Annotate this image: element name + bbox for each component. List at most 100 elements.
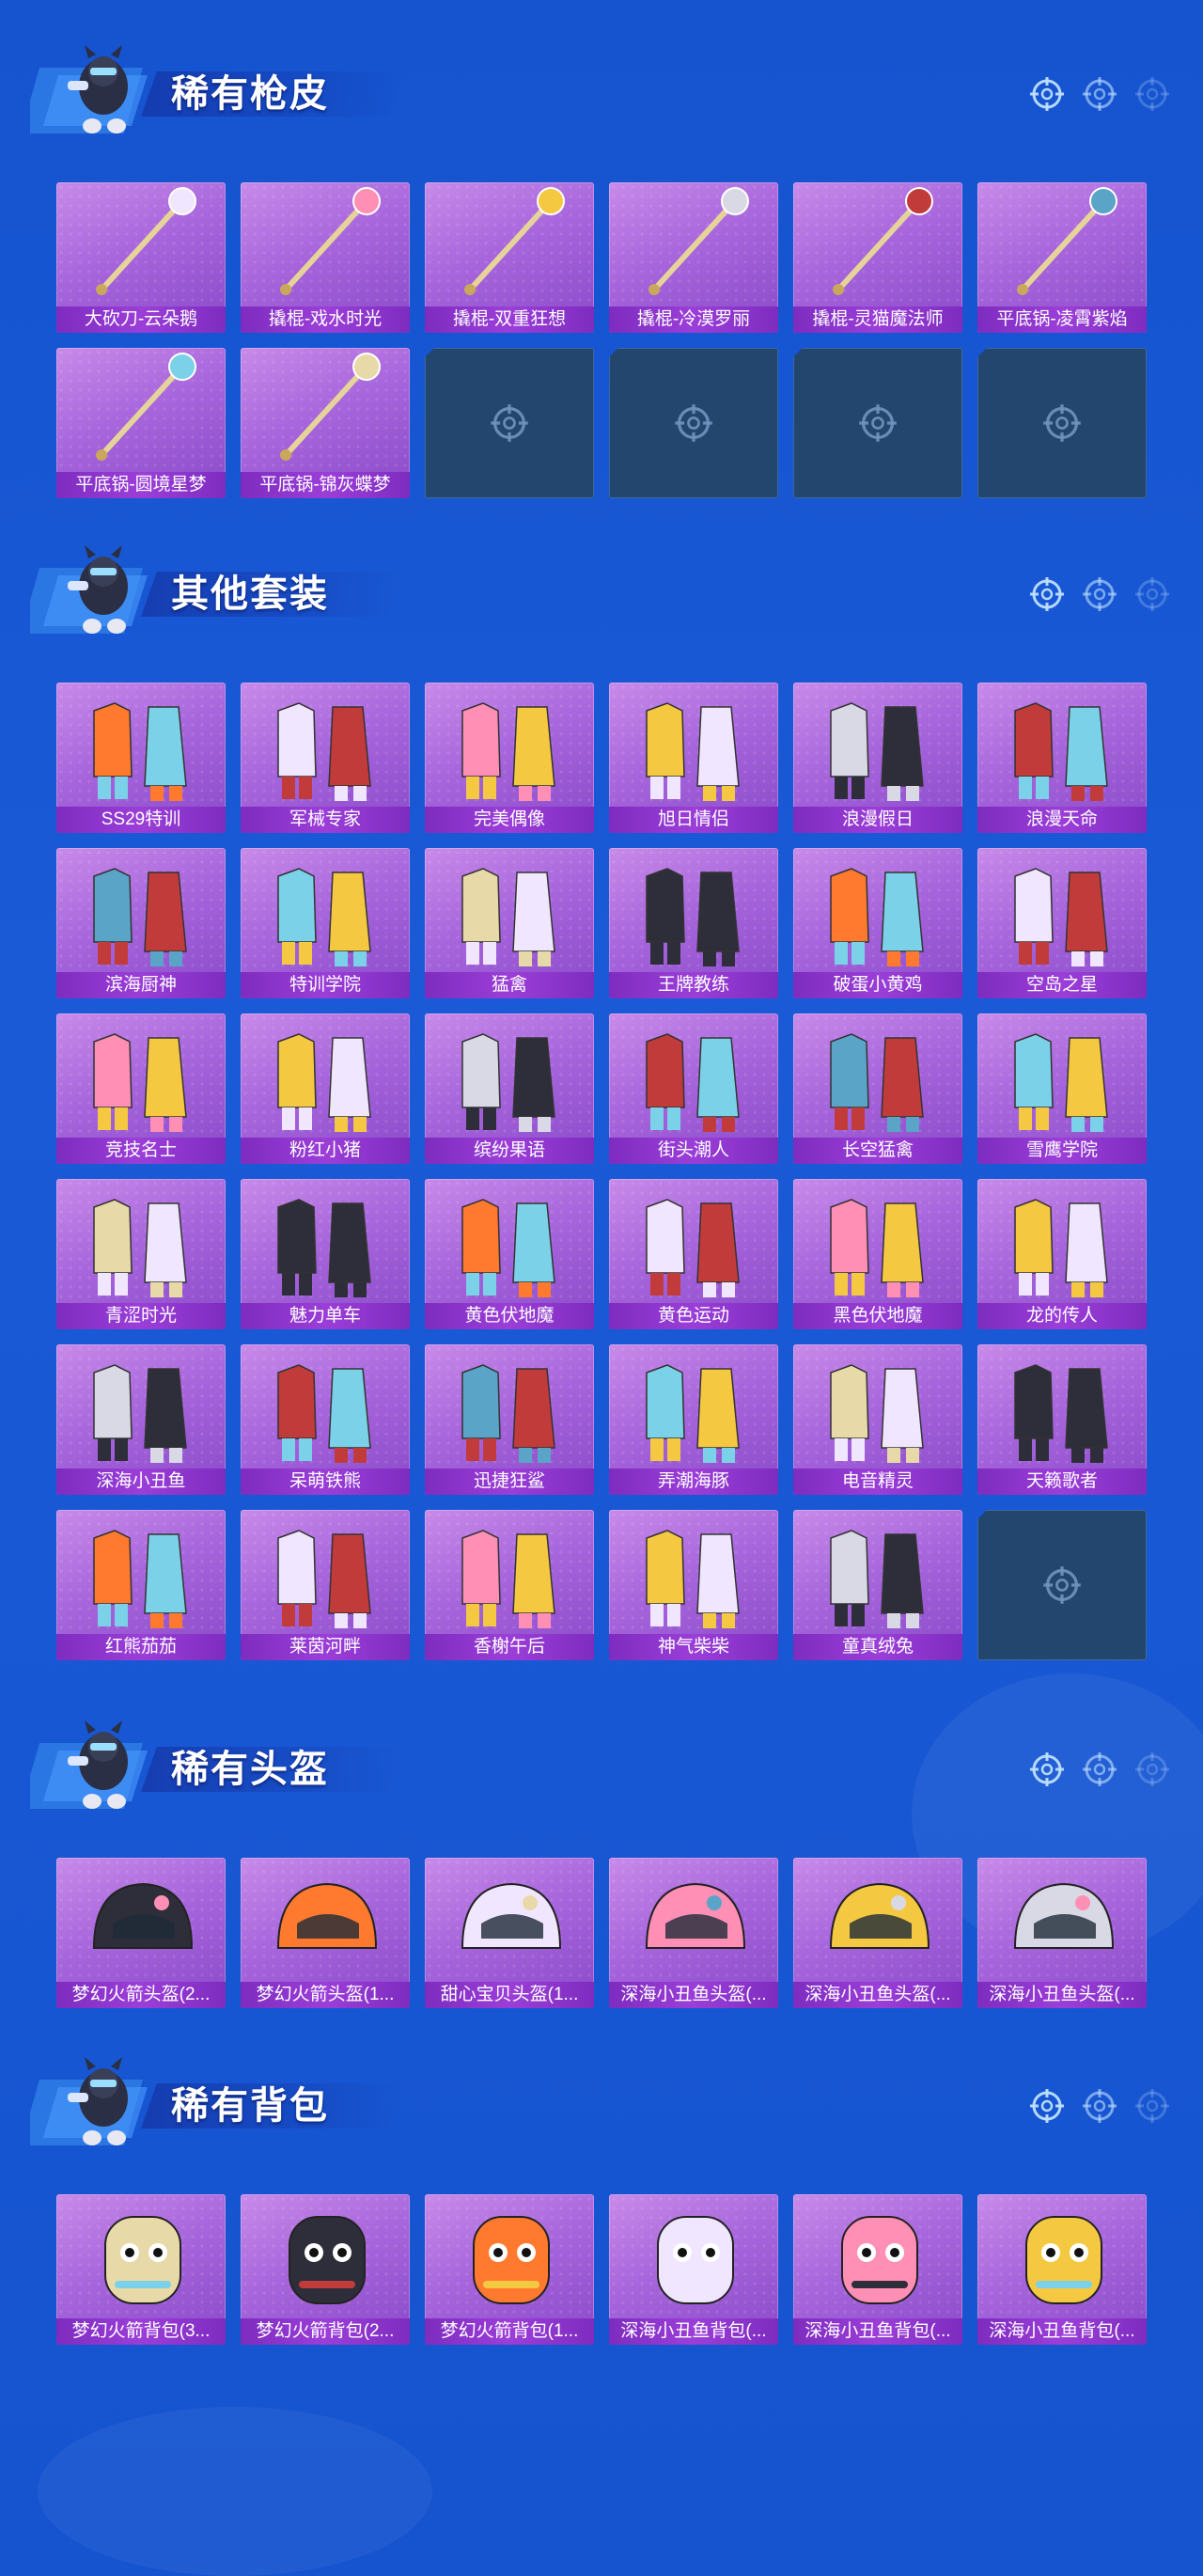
item-image <box>56 2194 226 2320</box>
item-tile[interactable]: SS29特训 <box>56 683 226 833</box>
item-tile[interactable]: 长空猛禽 <box>793 1013 962 1164</box>
item-tile[interactable]: 军械专家 <box>241 683 410 833</box>
item-image <box>609 2194 778 2320</box>
item-image <box>793 1344 962 1470</box>
item-label: 撬棍-戏水时光 <box>241 306 410 333</box>
item-label: 平底锅-凌霄紫焰 <box>977 306 1147 333</box>
item-tile[interactable]: 梦幻火箭背包(2... <box>241 2194 410 2345</box>
item-image <box>609 848 778 974</box>
item-tile[interactable]: 深海小丑鱼 <box>56 1344 226 1495</box>
item-tile[interactable]: 雪鹰学院 <box>977 1013 1147 1164</box>
item-tile[interactable]: 大砍刀-云朵鹅 <box>56 182 226 333</box>
item-tile[interactable]: 深海小丑鱼头盔(... <box>609 1858 778 2008</box>
item-tile[interactable]: 平底锅-凌霄紫焰 <box>977 182 1147 333</box>
item-tile[interactable]: 缤纷果语 <box>425 1013 594 1164</box>
item-tile[interactable]: 深海小丑鱼头盔(... <box>977 1858 1147 2008</box>
item-label: 空岛之星 <box>977 972 1147 998</box>
item-tile[interactable]: 电音精灵 <box>793 1344 962 1495</box>
item-image <box>793 683 962 809</box>
item-tile[interactable]: 空岛之星 <box>977 848 1147 998</box>
item-tile[interactable]: 平底锅-圆境星梦 <box>56 348 226 498</box>
item-tile[interactable]: 猛禽 <box>425 848 594 998</box>
item-tile[interactable]: 甜心宝贝头盔(1... <box>425 1858 594 2008</box>
item-tile[interactable]: 龙的传人 <box>977 1179 1147 1329</box>
crosshair-decoration <box>1028 575 1171 613</box>
item-label: 童真绒兔 <box>793 1634 962 1660</box>
item-label: 深海小丑鱼 <box>56 1469 226 1495</box>
item-tile[interactable]: 粉红小猪 <box>241 1013 410 1164</box>
item-tile[interactable]: 天籁歌者 <box>977 1344 1147 1495</box>
item-tile[interactable]: 弄潮海豚 <box>609 1344 778 1495</box>
item-tile[interactable]: 香榭午后 <box>425 1510 594 1660</box>
item-tile[interactable]: 深海小丑鱼背包(... <box>793 2194 962 2345</box>
item-image <box>241 1013 410 1139</box>
section-header: 稀有头盔 <box>0 1709 1203 1822</box>
item-tile[interactable]: 浪漫天命 <box>977 683 1147 833</box>
item-image <box>793 848 962 974</box>
item-tile[interactable]: 完美偶像 <box>425 683 594 833</box>
item-tile[interactable]: 神气柴柴 <box>609 1510 778 1660</box>
item-image <box>609 1179 778 1305</box>
item-tile[interactable]: 平底锅-锦灰蝶梦 <box>241 348 410 498</box>
item-tile[interactable]: 童真绒兔 <box>793 1510 962 1660</box>
item-label: 甜心宝贝头盔(1... <box>425 1982 594 2008</box>
item-label: 黑色伏地魔 <box>793 1303 962 1329</box>
item-tile[interactable]: 魅力单车 <box>241 1179 410 1329</box>
item-label: 神气柴柴 <box>609 1634 778 1660</box>
item-image <box>793 1179 962 1305</box>
item-tile[interactable]: 深海小丑鱼头盔(... <box>793 1858 962 2008</box>
item-tile[interactable]: 撬棍-冷漠罗丽 <box>609 182 778 333</box>
item-tile[interactable]: 竞技名士 <box>56 1013 226 1164</box>
item-tile[interactable]: 呆萌铁熊 <box>241 1344 410 1495</box>
item-tile[interactable]: 莱茵河畔 <box>241 1510 410 1660</box>
item-tile[interactable]: 梦幻火箭背包(1... <box>425 2194 594 2345</box>
item-tile[interactable]: 破蛋小黄鸡 <box>793 848 962 998</box>
crosshair-icon <box>1028 575 1066 613</box>
crosshair-decoration <box>1028 2087 1171 2125</box>
item-tile[interactable]: 撬棍-双重狂想 <box>425 182 594 333</box>
item-tile[interactable]: 王牌教练 <box>609 848 778 998</box>
item-tile[interactable]: 撬棍-戏水时光 <box>241 182 410 333</box>
item-label: 长空猛禽 <box>793 1138 962 1164</box>
item-image <box>56 1013 226 1139</box>
item-label: 深海小丑鱼头盔(... <box>977 1982 1147 2008</box>
item-tile[interactable]: 梦幻火箭头盔(2... <box>56 1858 226 2008</box>
item-label: 龙的传人 <box>977 1303 1147 1329</box>
item-tile[interactable]: 街头潮人 <box>609 1013 778 1164</box>
item-label: 香榭午后 <box>425 1634 594 1660</box>
item-tile[interactable]: 旭日情侣 <box>609 683 778 833</box>
item-tile[interactable]: 撬棍-灵猫魔法师 <box>793 182 962 333</box>
item-tile[interactable]: 浪漫假日 <box>793 683 962 833</box>
background-parachute-decoration <box>38 2407 432 2576</box>
item-label: 猛禽 <box>425 972 594 998</box>
item-tile[interactable]: 红熊茄茄 <box>56 1510 226 1660</box>
item-image <box>56 182 226 308</box>
item-tile[interactable]: 迅捷狂鲨 <box>425 1344 594 1495</box>
empty-slot <box>425 348 594 498</box>
item-tile[interactable]: 黑色伏地魔 <box>793 1179 962 1329</box>
item-image <box>241 182 410 308</box>
item-tile[interactable]: 梦幻火箭背包(3... <box>56 2194 226 2345</box>
item-label: 黄色运动 <box>609 1303 778 1329</box>
item-tile[interactable]: 青涩时光 <box>56 1179 226 1329</box>
item-tile[interactable]: 滨海厨神 <box>56 848 226 998</box>
crosshair-icon <box>1133 75 1171 113</box>
item-tile[interactable]: 特训学院 <box>241 848 410 998</box>
item-tile[interactable]: 黄色伏地魔 <box>425 1179 594 1329</box>
item-image <box>977 683 1147 809</box>
item-label: 黄色伏地魔 <box>425 1303 594 1329</box>
section-header: 其他套装 <box>0 534 1203 647</box>
item-tile[interactable]: 深海小丑鱼背包(... <box>977 2194 1147 2345</box>
item-image <box>425 1179 594 1305</box>
item-tile[interactable]: 黄色运动 <box>609 1179 778 1329</box>
section-header: 稀有枪皮 <box>0 34 1203 147</box>
section-title: 其他套装 <box>171 573 329 615</box>
item-tile[interactable]: 梦幻火箭头盔(1... <box>241 1858 410 2008</box>
item-label: 深海小丑鱼头盔(... <box>609 1982 778 2008</box>
item-tile[interactable]: 深海小丑鱼背包(... <box>609 2194 778 2345</box>
item-label: 大砍刀-云朵鹅 <box>56 306 226 333</box>
item-label: 撬棍-双重狂想 <box>425 306 594 333</box>
section: 稀有枪皮大砍刀-云朵鹅 撬棍-戏水时光 撬棍-双重狂想 撬棍-冷漠罗丽 撬棍-灵猫魔法师… <box>0 34 1203 498</box>
item-image <box>793 1510 962 1636</box>
item-label: 破蛋小黄鸡 <box>793 972 962 998</box>
